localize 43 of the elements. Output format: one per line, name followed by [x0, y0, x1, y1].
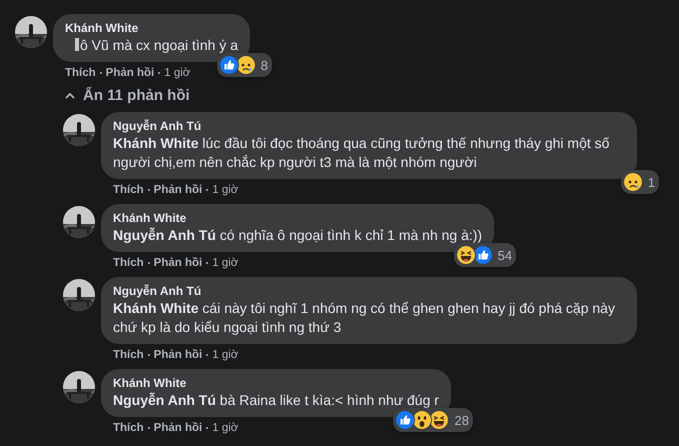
reply-link[interactable]: Phản hồi	[154, 257, 202, 269]
laughing-emoji-icon	[456, 245, 476, 265]
sad-emoji-icon	[622, 172, 643, 192]
comment-text: ô Vũ mà cx ngoại tình ý a	[65, 36, 238, 55]
reaction-count: 8	[260, 58, 268, 72]
like-link[interactable]: Thích	[65, 67, 96, 79]
reply-link[interactable]: Phản hồi	[106, 67, 154, 79]
reaction-summary[interactable]: 54	[454, 243, 516, 267]
reply-link[interactable]: Phản hồi	[154, 422, 202, 434]
like-link[interactable]: Thích	[113, 349, 144, 361]
reaction-count: 28	[454, 412, 469, 428]
timestamp[interactable]: 1 giờ	[164, 67, 190, 79]
reply-link[interactable]: Phản hồi	[154, 349, 202, 361]
comment-text: Khánh White cái này tôi nghĩ 1 nhóm ng có thể ghen ghen hay jj đó phá cặp này chứ kp là do kiểu ngoại tình ng thứ 3	[113, 299, 616, 337]
like-link[interactable]: Thích	[113, 257, 144, 269]
comment-text: Nguyễn Anh Tú bà Raina like t kìa:< hình như đúg r	[113, 391, 439, 410]
author-name[interactable]: Nguyễn Anh Tú	[113, 284, 625, 299]
author-name[interactable]: Khánh White	[65, 21, 238, 36]
timestamp[interactable]: 1 giờ	[212, 184, 238, 196]
caret-icon	[65, 92, 75, 99]
author-name[interactable]: Khánh White	[113, 376, 439, 391]
author-name[interactable]: Khánh White	[113, 211, 482, 226]
timestamp[interactable]: 1 giờ	[212, 349, 238, 361]
like-link[interactable]: Thích	[113, 422, 144, 434]
reaction-summary[interactable]: 8	[216, 53, 272, 77]
like-link[interactable]: Thích	[113, 184, 144, 196]
comment-text: Nguyễn Anh Tú có nghĩa ô ngoại tình k chỉ 1 mà nh ng à:))	[113, 226, 482, 245]
like-icon	[472, 245, 493, 265]
surprised-emoji-icon	[412, 410, 432, 430]
reply-link[interactable]: Phản hồi	[154, 184, 202, 196]
timestamp[interactable]: 1 giờ	[212, 257, 238, 269]
laughing-emoji-icon	[429, 410, 450, 430]
reaction-count: 54	[498, 248, 512, 262]
comment-text: Khánh White lúc đầu tôi đọc thoáng qua cũng tưởng thế nhưng tháy ghi một số người chị,em nên chắc kp người t3 mà là một nhóm người	[113, 134, 610, 172]
hide-replies-button[interactable]: Ẩn 11 phản hồi	[65, 87, 190, 104]
timestamp[interactable]: 1 giờ	[212, 422, 238, 434]
author-name[interactable]: Nguyễn Anh Tú	[113, 119, 625, 134]
like-icon	[218, 55, 239, 75]
reaction-summary[interactable]: 28	[393, 408, 473, 432]
reaction-summary[interactable]: 1	[620, 170, 659, 194]
like-icon	[395, 410, 416, 430]
sad-emoji-icon	[236, 55, 256, 75]
reaction-count: 1	[648, 174, 655, 190]
